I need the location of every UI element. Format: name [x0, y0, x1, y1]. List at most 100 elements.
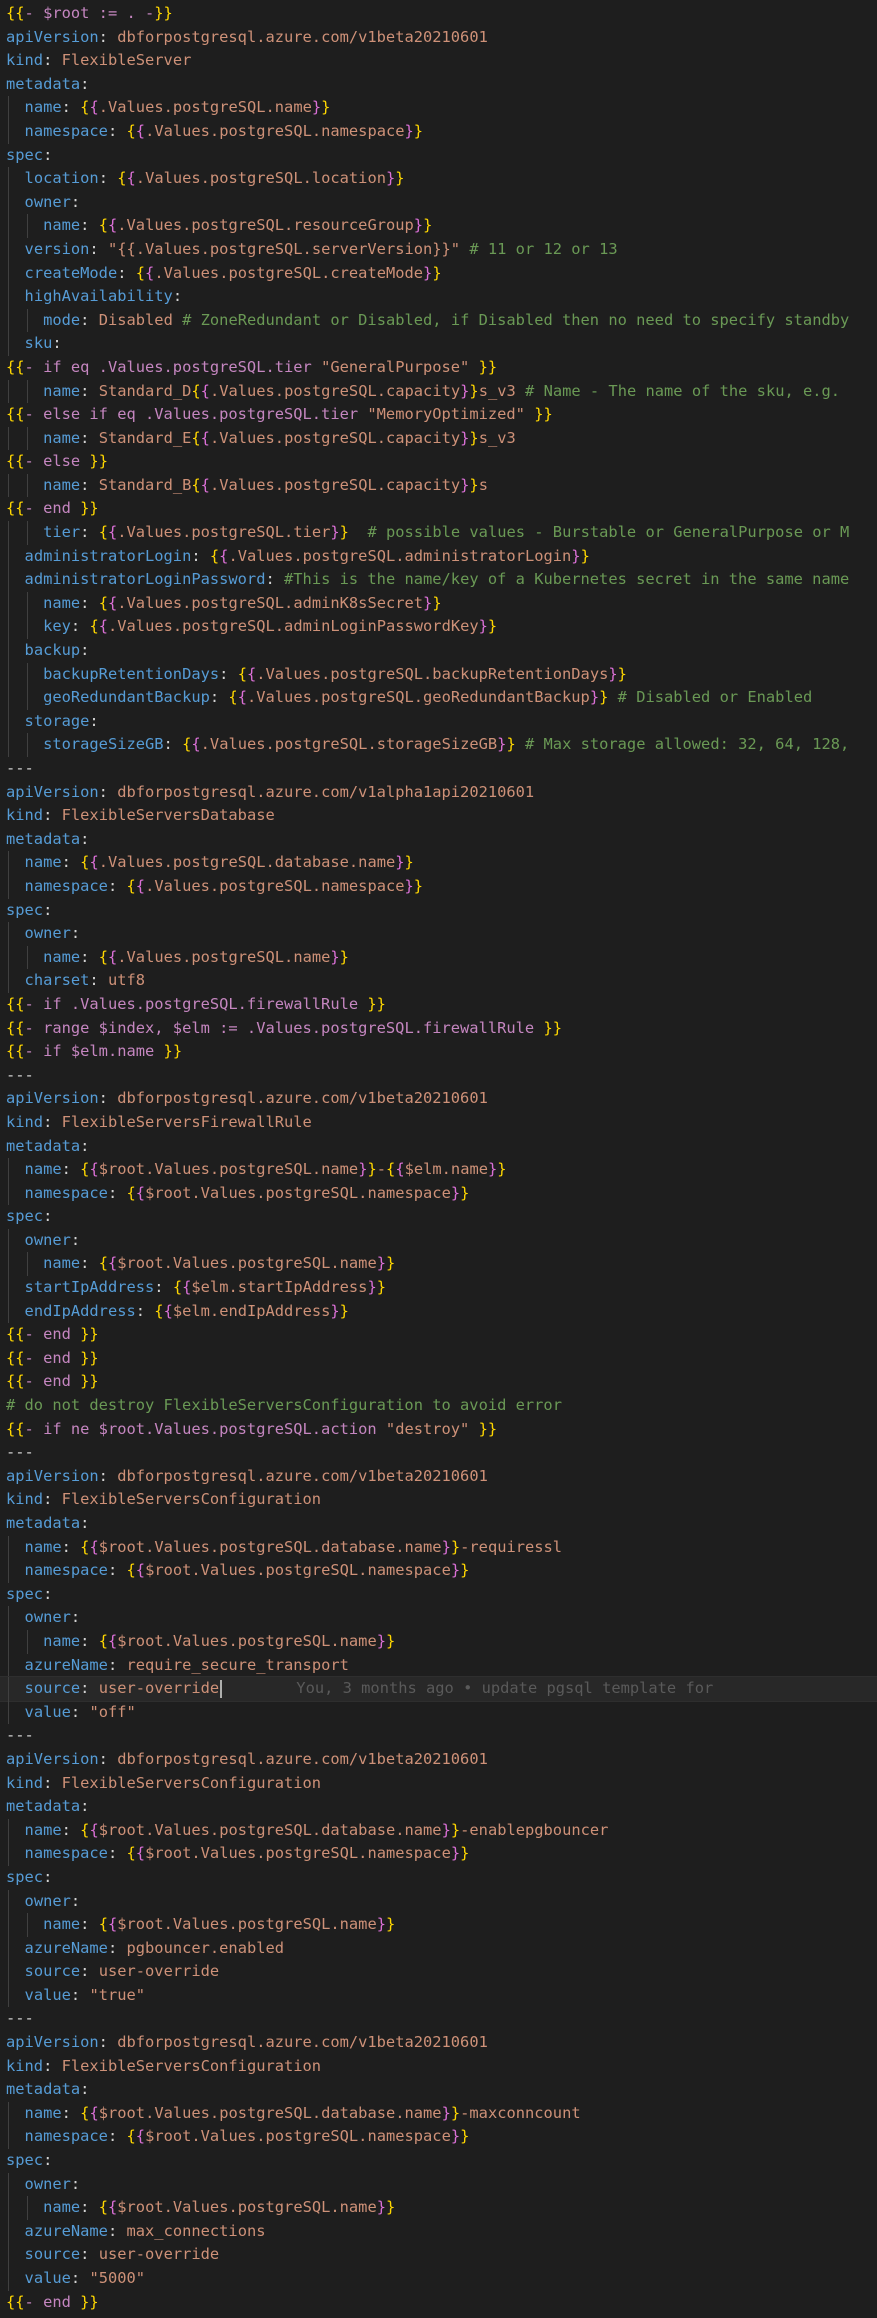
code-line[interactable]: {{- end }}	[0, 1323, 877, 1347]
code-line[interactable]: azureName: require_secure_transport	[0, 1653, 877, 1678]
code-line[interactable]: {{- end }}	[0, 1370, 877, 1394]
code-line[interactable]: spec:	[0, 1205, 877, 1229]
code-line[interactable]: metadata:	[0, 1512, 877, 1536]
code-line[interactable]: # do not destroy FlexibleServersConfigur…	[0, 1394, 877, 1418]
code-line[interactable]: highAvailability:	[0, 285, 877, 309]
code-line[interactable]: name: {{.Values.postgreSQL.name}}	[0, 945, 877, 970]
code-line[interactable]: source: user-override	[0, 2243, 877, 2267]
code-line[interactable]: namespace: {{$root.Values.postgreSQL.nam…	[0, 1181, 877, 1206]
code-token: {{	[6, 4, 25, 22]
code-line[interactable]: spec:	[0, 1866, 877, 1890]
code-line[interactable]: owner:	[0, 1228, 877, 1253]
code-line[interactable]: owner:	[0, 1889, 877, 1914]
code-line[interactable]: name: {{$root.Values.postgreSQL.database…	[0, 1818, 877, 1843]
code-line[interactable]: spec:	[0, 1583, 877, 1607]
code-line[interactable]: kind: FlexibleServersConfiguration	[0, 2055, 877, 2079]
code-line[interactable]: ---	[0, 757, 877, 781]
code-line[interactable]: namespace: {{.Values.postgreSQL.namespac…	[0, 874, 877, 899]
code-line[interactable]: name: {{$root.Values.postgreSQL.name}}	[0, 1629, 877, 1654]
code-line[interactable]: name: Standard_B{{.Values.postgreSQL.cap…	[0, 473, 877, 498]
code-editor[interactable]: {{- $root := . -}} apiVersion: dbforpostg…	[0, 0, 877, 2318]
code-line[interactable]: kind: FlexibleServersFirewallRule	[0, 1111, 877, 1135]
code-line[interactable]: name: {{.Values.postgreSQL.adminK8sSecre…	[0, 591, 877, 616]
code-line[interactable]: apiVersion: dbforpostgresql.azure.com/v1…	[0, 1087, 877, 1111]
code-line[interactable]: tier: {{.Values.postgreSQL.tier}} # poss…	[0, 521, 877, 545]
code-line[interactable]: {{- else }}	[0, 450, 877, 474]
code-line[interactable]: name: {{.Values.postgreSQL.name}}	[0, 96, 877, 120]
code-line[interactable]: mode: Disabled # ZoneRedundant or Disabl…	[0, 308, 877, 333]
code-line[interactable]: location: {{.Values.postgreSQL.location}…	[0, 167, 877, 191]
code-line[interactable]: owner:	[0, 190, 877, 215]
code-line[interactable]: namespace: {{.Values.postgreSQL.namespac…	[0, 119, 877, 144]
code-line[interactable]: backup:	[0, 639, 877, 663]
code-line[interactable]: value: "5000"	[0, 2267, 877, 2291]
code-line[interactable]: value: "off"	[0, 1700, 877, 1725]
code-line[interactable]: {{- if eq .Values.postgreSQL.tier "Gener…	[0, 356, 877, 380]
code-line[interactable]: spec:	[0, 144, 877, 168]
code-line[interactable]: name: {{.Values.postgreSQL.resourceGroup…	[0, 214, 877, 238]
code-line[interactable]: {{- if $elm.name }}	[0, 1040, 877, 1064]
code-line[interactable]: {{- else if eq .Values.postgreSQL.tier "…	[0, 403, 877, 427]
code-line[interactable]: owner:	[0, 922, 877, 946]
code-line[interactable]: azureName: max_connections	[0, 2219, 877, 2244]
code-line[interactable]: namespace: {{$root.Values.postgreSQL.nam…	[0, 2125, 877, 2150]
code-line[interactable]: name: {{$root.Values.postgreSQL.database…	[0, 2101, 877, 2126]
code-line[interactable]: namespace: {{$root.Values.postgreSQL.nam…	[0, 1842, 877, 1866]
code-line[interactable]: metadata:	[0, 828, 877, 852]
code-line[interactable]: name: {{.Values.postgreSQL.database.name…	[0, 851, 877, 875]
code-line[interactable]: administratorLogin: {{.Values.postgreSQL…	[0, 544, 877, 569]
code-line[interactable]: {{- end }}	[0, 2291, 877, 2315]
code-line[interactable]: ---	[0, 1441, 877, 1465]
code-line[interactable]: createMode: {{.Values.postgreSQL.createM…	[0, 261, 877, 286]
code-line[interactable]: kind: FlexibleServersConfiguration	[0, 1772, 877, 1796]
code-line[interactable]: endIpAddress: {{$elm.endIpAddress}}	[0, 1299, 877, 1324]
code-line[interactable]: {{- if ne $root.Values.postgreSQL.action…	[0, 1418, 877, 1442]
code-line[interactable]: owner:	[0, 1606, 877, 1630]
code-line[interactable]: storage:	[0, 709, 877, 734]
code-line[interactable]: apiVersion: dbforpostgresql.azure.com/v1…	[0, 2031, 877, 2055]
code-line[interactable]: owner:	[0, 2172, 877, 2197]
code-line[interactable]: name: {{$root.Values.postgreSQL.name}}	[0, 2196, 877, 2220]
code-line[interactable]: kind: FlexibleServersConfiguration	[0, 1488, 877, 1512]
code-line[interactable]: {{- $root := . -}}	[0, 2, 877, 26]
code-line[interactable]: {{- end }}	[0, 1347, 877, 1371]
code-line[interactable]: kind: FlexibleServersDatabase	[0, 804, 877, 828]
code-line[interactable]: version: "{{.Values.postgreSQL.serverVer…	[0, 237, 877, 262]
code-line[interactable]: name: {{$root.Values.postgreSQL.name}}	[0, 1913, 877, 1937]
code-line[interactable]: source: user-override	[0, 1960, 877, 1984]
code-line[interactable]: administratorLoginPassword: #This is the…	[0, 568, 877, 592]
code-line[interactable]: value: "true"	[0, 1983, 877, 2008]
code-line[interactable]: metadata:	[0, 1795, 877, 1819]
code-line[interactable]: source: user-override You, 3 months ago …	[0, 1676, 877, 1702]
code-line[interactable]: name: Standard_D{{.Values.postgreSQL.cap…	[0, 379, 877, 404]
code-line[interactable]: apiVersion: dbforpostgresql.azure.com/v1…	[0, 26, 877, 50]
code-line[interactable]: metadata:	[0, 2078, 877, 2102]
code-line[interactable]: {{- if .Values.postgreSQL.firewallRule }…	[0, 993, 877, 1017]
code-line[interactable]: {{- end }}	[0, 497, 877, 521]
code-line[interactable]: metadata:	[0, 73, 877, 97]
code-line[interactable]: name: {{$root.Values.postgreSQL.name}}	[0, 1252, 877, 1277]
code-line[interactable]: spec:	[0, 2149, 877, 2173]
code-line[interactable]: kind: FlexibleServer	[0, 49, 877, 73]
code-line[interactable]: backupRetentionDays: {{.Values.postgreSQ…	[0, 662, 877, 687]
code-line[interactable]: startIpAddress: {{$elm.startIpAddress}}	[0, 1276, 877, 1300]
code-line[interactable]: name: {{$root.Values.postgreSQL.name}}-{…	[0, 1158, 877, 1182]
code-line[interactable]: {{- range $index, $elm := .Values.postgr…	[0, 1017, 877, 1041]
code-line[interactable]: charset: utf8	[0, 969, 877, 993]
code-line[interactable]: key: {{.Values.postgreSQL.adminLoginPass…	[0, 615, 877, 640]
code-line[interactable]: name: Standard_E{{.Values.postgreSQL.cap…	[0, 426, 877, 451]
code-line[interactable]: apiVersion: dbforpostgresql.azure.com/v1…	[0, 1465, 877, 1489]
code-line[interactable]: ---	[0, 1724, 877, 1748]
code-line[interactable]: ---	[0, 2007, 877, 2031]
code-line[interactable]: storageSizeGB: {{.Values.postgreSQL.stor…	[0, 733, 877, 757]
code-line[interactable]: ---	[0, 1064, 877, 1088]
code-line[interactable]: geoRedundantBackup: {{.Values.postgreSQL…	[0, 686, 877, 710]
code-line[interactable]: name: {{$root.Values.postgreSQL.database…	[0, 1535, 877, 1560]
code-line[interactable]: metadata:	[0, 1135, 877, 1159]
code-line[interactable]: spec:	[0, 899, 877, 923]
code-line[interactable]: apiVersion: dbforpostgresql.azure.com/v1…	[0, 781, 877, 805]
code-line[interactable]: azureName: pgbouncer.enabled	[0, 1936, 877, 1961]
code-line[interactable]: sku:	[0, 332, 877, 356]
code-line[interactable]: namespace: {{$root.Values.postgreSQL.nam…	[0, 1559, 877, 1583]
code-line[interactable]: apiVersion: dbforpostgresql.azure.com/v1…	[0, 1748, 877, 1772]
